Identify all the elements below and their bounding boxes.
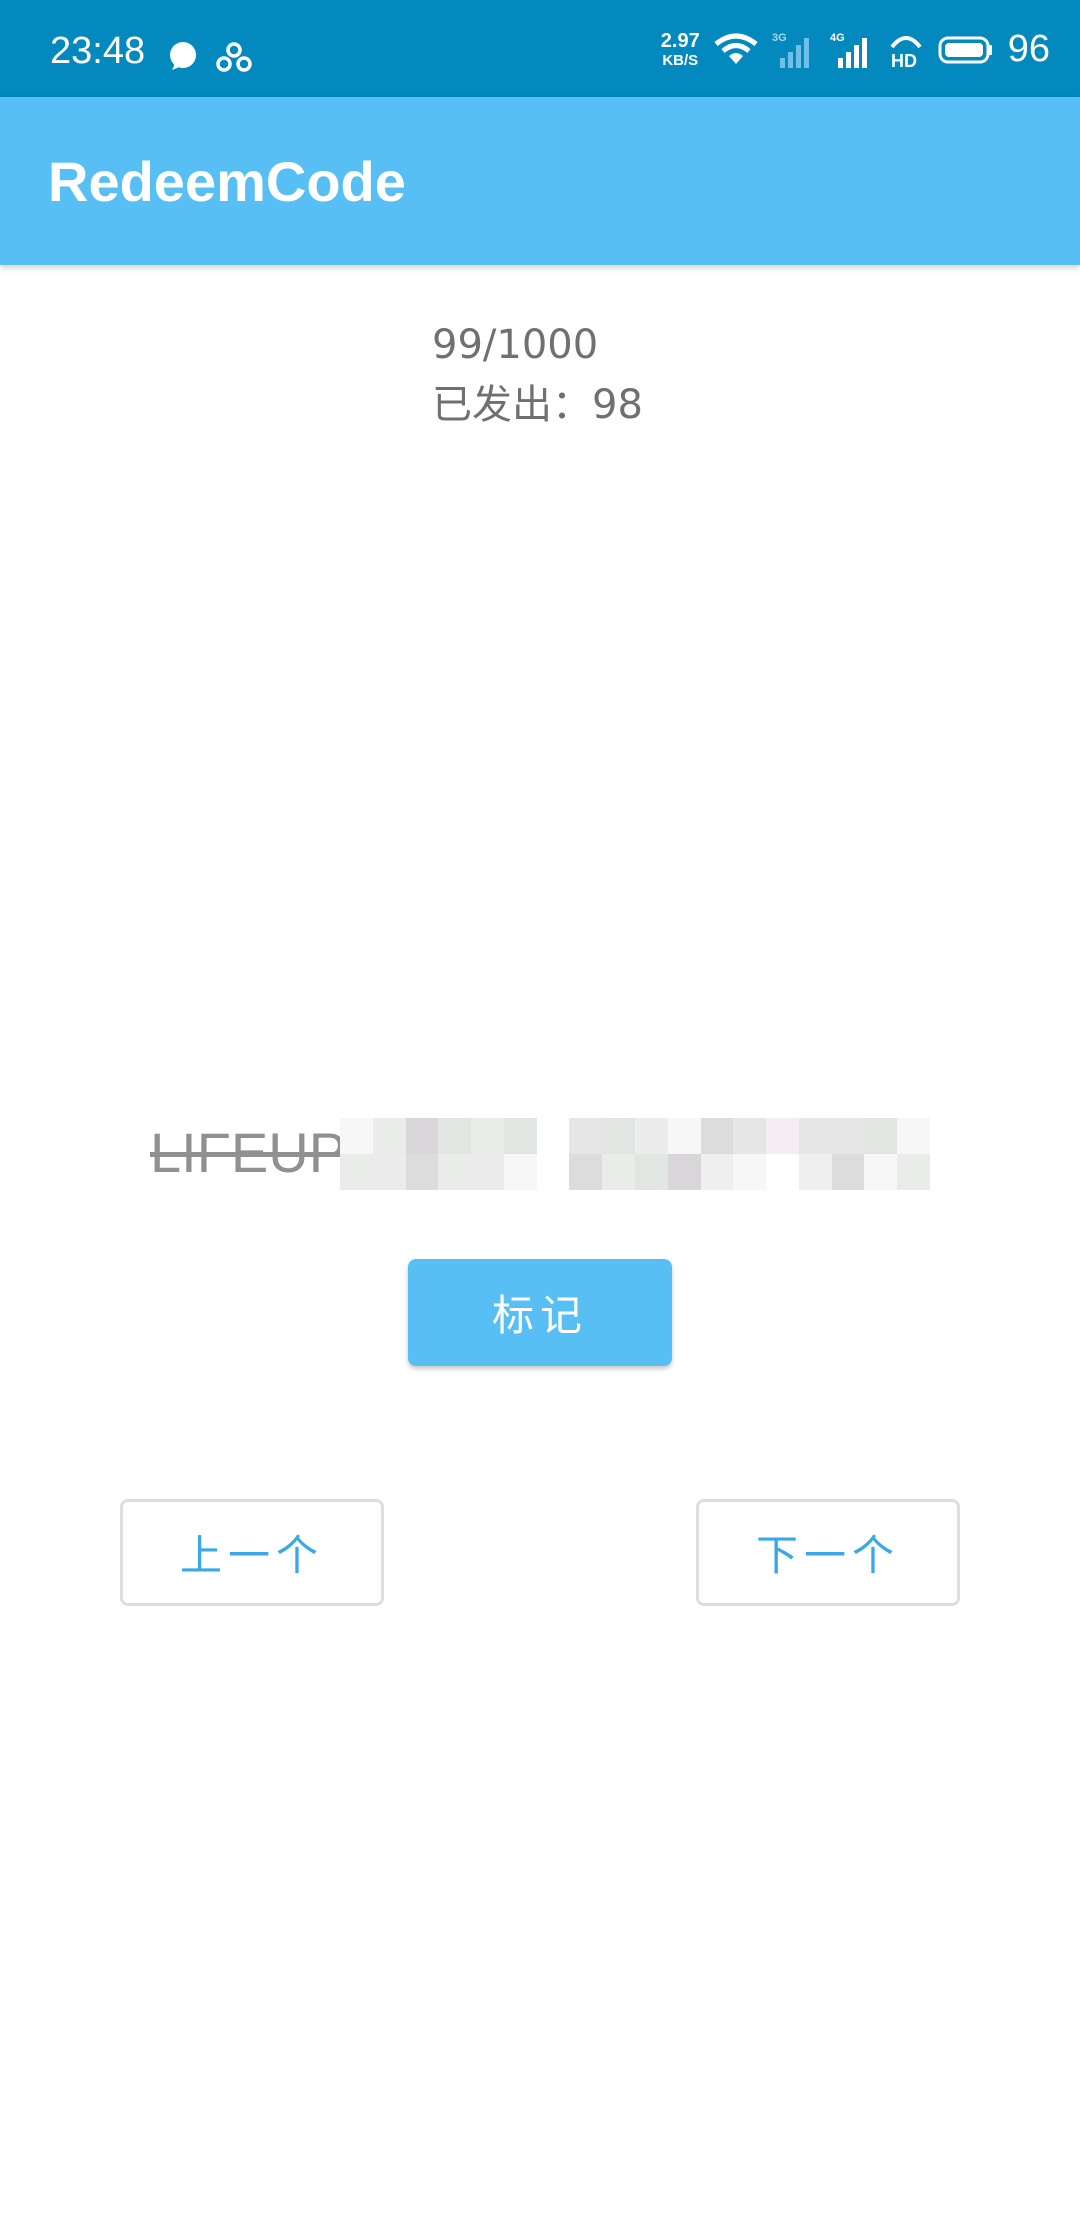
mosaic-cell: [569, 1154, 603, 1190]
mark-button[interactable]: 标记: [408, 1259, 672, 1366]
redeem-counter: 99/1000 已发出：98: [432, 315, 643, 435]
mosaic-cell: [733, 1118, 767, 1154]
mosaic-cell: [798, 1118, 832, 1154]
mosaic-cell: [766, 1118, 799, 1154]
mosaic-cell: [536, 1154, 570, 1190]
mosaic-cell: [372, 1118, 406, 1154]
hd-label: HD: [891, 51, 917, 69]
status-right-icons: 2.97 KB/S 3G 4G HD 96: [661, 28, 1050, 71]
net-speed-value: 2.97: [660, 30, 700, 52]
redeem-code-row: LIFEUP: [150, 1118, 930, 1190]
issued-count: 已发出：98: [432, 382, 643, 428]
mosaic-cell: [405, 1154, 439, 1190]
battery-level: 96: [1007, 28, 1050, 70]
mosaic-cell: [438, 1154, 472, 1190]
mosaic-cell: [700, 1154, 734, 1190]
status-time: 23:48: [50, 30, 146, 72]
app-title: RedeemCode: [48, 150, 406, 213]
mosaic-cell: [667, 1154, 701, 1190]
mosaic-cell: [536, 1118, 570, 1154]
mosaic-cell: [733, 1154, 767, 1190]
mosaic-cell: [372, 1154, 406, 1190]
signal-4g-label: 4G: [830, 32, 845, 44]
mosaic-cell: [471, 1154, 504, 1190]
net-speed: 2.97 KB/S: [661, 31, 700, 68]
mosaic-cell: [602, 1118, 635, 1154]
previous-button[interactable]: 上一个: [120, 1499, 384, 1606]
mosaic-cell: [766, 1154, 799, 1190]
mosaic-cell: [700, 1118, 734, 1154]
mosaic-cell: [667, 1118, 701, 1154]
redeem-code-prefix: LIFEUP: [150, 1121, 347, 1184]
mosaic-cell: [602, 1154, 635, 1190]
signal-3g-label: 3G: [772, 32, 787, 44]
mosaic-cell: [405, 1118, 439, 1154]
mosaic-cell: [503, 1118, 537, 1154]
mosaic-cell: [340, 1154, 373, 1190]
next-button[interactable]: 下一个: [696, 1499, 960, 1606]
mosaic-cell: [897, 1154, 930, 1190]
mosaic-cell: [340, 1118, 373, 1154]
mosaic-cell: [864, 1154, 898, 1190]
wifi-icon: [714, 33, 758, 64]
battery-icon: [938, 36, 992, 63]
signal-3g-icon: 3G: [772, 32, 809, 68]
mosaic-cell: [831, 1154, 865, 1190]
mosaic-cell: [864, 1118, 898, 1154]
progress-count: 99/1000: [432, 322, 599, 368]
redeem-code-redacted-mosaic: [340, 1118, 930, 1190]
status-bar: 23:48 2.97 KB/S 3G 4G HD 96: [0, 0, 1080, 97]
mosaic-cell: [471, 1118, 504, 1154]
mosaic-cell: [798, 1154, 832, 1190]
mosaic-cell: [831, 1118, 865, 1154]
net-speed-unit: KB/S: [662, 52, 699, 69]
mosaic-cell: [635, 1118, 668, 1154]
chat-bubble-icon: [170, 42, 196, 70]
hd-voice-icon: HD: [890, 35, 922, 69]
app-bar: RedeemCode: [0, 97, 1080, 265]
status-left-icons: [166, 40, 252, 74]
link-icon: [216, 42, 252, 72]
mosaic-cell: [569, 1118, 603, 1154]
mosaic-cell: [503, 1154, 537, 1190]
mosaic-cell: [438, 1118, 472, 1154]
mosaic-cell: [897, 1118, 930, 1154]
mosaic-cell: [635, 1154, 668, 1190]
signal-4g-icon: 4G: [830, 32, 867, 68]
